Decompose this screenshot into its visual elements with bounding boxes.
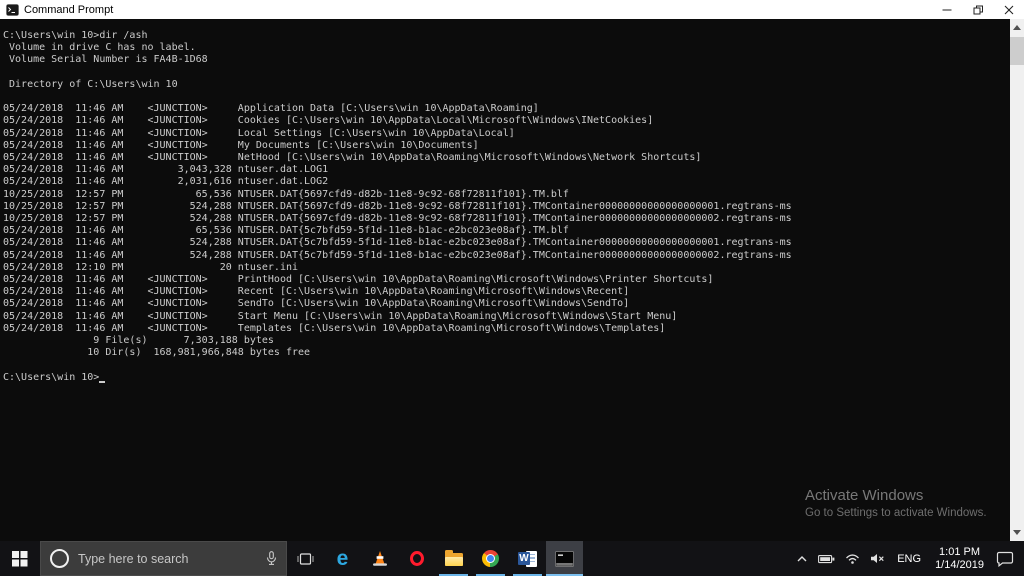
system-tray: ENG 1:01 PM 1/14/2019 [791,541,1024,576]
taskbar-app-edge[interactable]: e [324,541,361,576]
taskbar-app-vlc[interactable] [361,541,398,576]
taskbar-app-word[interactable]: W [509,541,546,576]
task-view-icon [297,552,314,566]
clock-time: 1:01 PM [935,546,984,559]
console-window: C:\Users\win 10>dir /ash Volume in drive… [0,19,1024,541]
window-titlebar[interactable]: Command Prompt [0,0,1024,19]
chrome-icon [482,550,499,567]
taskbar-app-chrome[interactable] [472,541,509,576]
taskbar-app-file-explorer[interactable] [435,541,472,576]
windows-logo-icon [12,551,28,567]
restore-button[interactable] [962,0,993,19]
desktop-screen: Command Prompt C:\Users\win 10>dir /ash … [0,0,1024,576]
console-output[interactable]: C:\Users\win 10>dir /ash Volume in drive… [0,19,1024,384]
activate-windows-watermark: Activate Windows Go to Settings to activ… [805,487,987,519]
minimize-icon [942,5,952,15]
command-prompt-icon [6,4,19,16]
window-title: Command Prompt [24,4,113,16]
clock-date: 1/14/2019 [935,559,984,572]
cortana-icon [50,549,69,568]
tray-chevron-button[interactable] [791,541,813,576]
taskbar-app-opera[interactable] [398,541,435,576]
wifi-icon [845,553,860,564]
minimize-button[interactable] [931,0,962,19]
task-view-button[interactable] [287,541,324,576]
taskbar: Type here to search e [0,541,1024,576]
scroll-up-icon [1013,25,1021,30]
microphone-button[interactable] [266,551,277,566]
edge-icon: e [337,550,349,568]
console-cursor [99,381,105,383]
watermark-subtitle: Go to Settings to activate Windows. [805,507,987,519]
taskbar-app-command-prompt[interactable] [546,541,583,576]
language-indicator[interactable]: ENG [890,541,928,576]
microphone-icon [266,551,277,566]
scroll-down-icon [1013,530,1021,535]
volume-muted-icon [870,553,885,564]
taskbar-search-input[interactable]: Type here to search [40,541,287,576]
battery-icon [818,554,835,564]
file-explorer-icon [445,553,463,566]
chevron-up-icon [796,555,808,563]
battery-status-button[interactable] [813,541,840,576]
search-placeholder: Type here to search [78,552,188,566]
scroll-up-button[interactable] [1010,19,1024,36]
opera-icon [410,551,424,566]
close-button[interactable] [993,0,1024,19]
command-prompt-taskbar-icon [555,551,574,567]
caption-buttons [931,0,1024,19]
console-scrollbar[interactable] [1010,19,1024,541]
clock[interactable]: 1:01 PM 1/14/2019 [928,541,991,576]
watermark-title: Activate Windows [805,487,987,504]
close-icon [1004,5,1014,15]
word-letter: W [518,552,530,565]
network-status-button[interactable] [840,541,865,576]
scrollbar-thumb[interactable] [1010,37,1024,65]
scroll-down-button[interactable] [1010,524,1024,541]
restore-icon [973,5,983,15]
action-center-button[interactable] [991,541,1020,576]
word-icon: W [518,551,537,567]
action-center-icon [996,551,1015,567]
vlc-icon [371,550,389,567]
volume-button[interactable] [865,541,890,576]
start-button[interactable] [0,541,40,576]
